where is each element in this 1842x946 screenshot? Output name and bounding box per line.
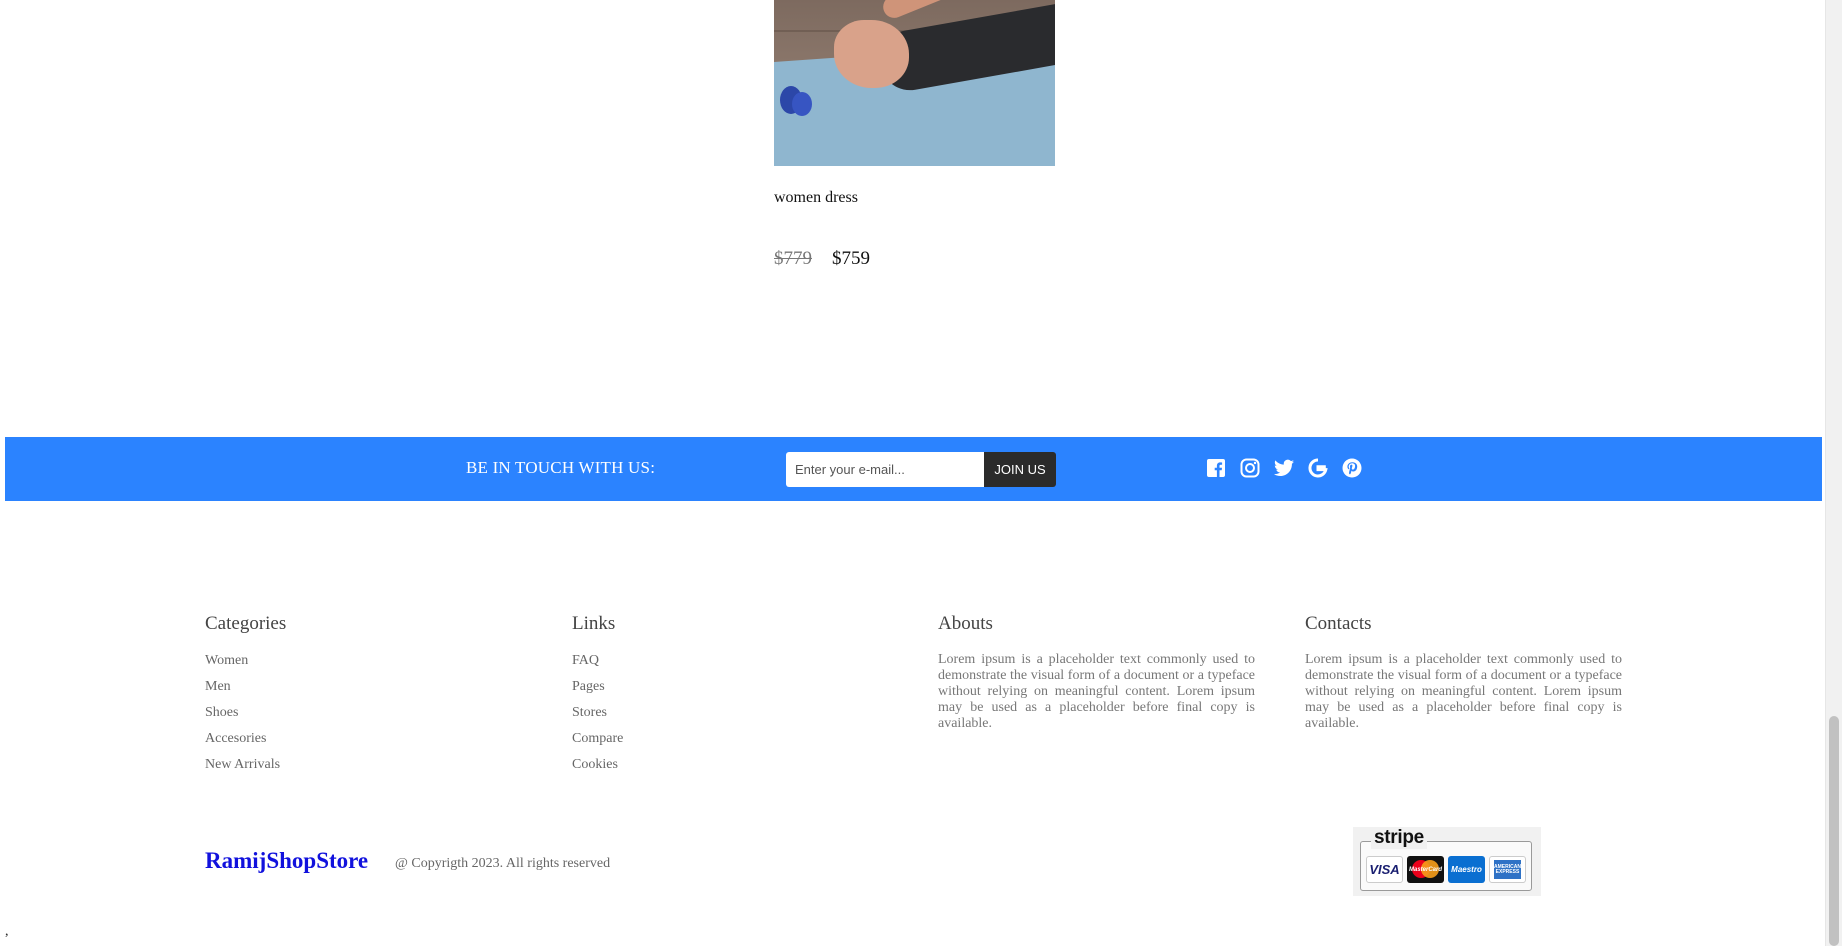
old-price: $779 (774, 248, 812, 269)
product-title[interactable]: women dress (774, 189, 1055, 211)
instagram-icon[interactable] (1240, 458, 1260, 478)
contacts-text: Lorem ipsum is a placeholder text common… (1305, 652, 1622, 731)
page-scrollbar[interactable] (1825, 0, 1842, 946)
scrollbar-thumb[interactable] (1829, 716, 1839, 946)
footer-contacts: Contacts Lorem ipsum is a placeholder te… (1305, 613, 1622, 732)
abouts-text: Lorem ipsum is a placeholder text common… (938, 652, 1255, 731)
contacts-title: Contacts (1305, 613, 1372, 634)
brand-logo[interactable]: RamijShopStore (205, 848, 368, 874)
google-icon[interactable] (1308, 458, 1328, 478)
stray-text: , (5, 924, 9, 939)
category-link-accessories[interactable]: Accesories (205, 730, 286, 756)
social-links (1206, 458, 1362, 478)
facebook-icon[interactable] (1206, 458, 1226, 478)
amex-icon: AMERICAN EXPRESS (1489, 856, 1526, 883)
newsletter-form: JOIN US (786, 452, 1056, 487)
footer-abouts: Abouts Lorem ipsum is a placeholder text… (938, 613, 1255, 732)
footer-link-compare[interactable]: Compare (572, 730, 623, 756)
mastercard-icon: MasterCard (1407, 856, 1444, 883)
links-title: Links (572, 613, 616, 634)
footer-links: Links FAQ Pages Stores Compare Cookies (572, 613, 623, 782)
current-price: $759 (832, 248, 870, 269)
newsletter-title: BE IN TOUCH WITH US: (466, 458, 656, 477)
category-link-new-arrivals[interactable]: New Arrivals (205, 756, 286, 782)
newsletter-bar: BE IN TOUCH WITH US: JOIN US (5, 437, 1822, 501)
join-us-button[interactable]: JOIN US (984, 452, 1056, 487)
abouts-title: Abouts (938, 613, 993, 634)
visa-icon: VISA (1366, 856, 1403, 883)
payment-methods-badge: stripe VISA MasterCard Maestro AMERICAN E… (1353, 827, 1541, 896)
twitter-icon[interactable] (1274, 458, 1294, 478)
product-image[interactable] (774, 0, 1055, 166)
category-link-women[interactable]: Women (205, 652, 286, 678)
maestro-icon: Maestro (1448, 856, 1485, 883)
product-prices: $779 $759 (774, 248, 1055, 270)
footer-link-faq[interactable]: FAQ (572, 652, 623, 678)
categories-title: Categories (205, 613, 287, 634)
footer-link-stores[interactable]: Stores (572, 704, 623, 730)
category-link-shoes[interactable]: Shoes (205, 704, 286, 730)
pinterest-icon[interactable] (1342, 458, 1362, 478)
product-card[interactable]: women dress $779 $759 (774, 0, 1055, 270)
stripe-logo: stripe (1371, 827, 1427, 849)
footer-link-cookies[interactable]: Cookies (572, 756, 623, 782)
copyright-text: @ Copyrigth 2023. All rights reserved (395, 856, 611, 871)
footer-categories: Categories Women Men Shoes Accesories Ne… (205, 613, 286, 782)
email-input[interactable] (786, 452, 984, 487)
footer-link-pages[interactable]: Pages (572, 678, 623, 704)
category-link-men[interactable]: Men (205, 678, 286, 704)
